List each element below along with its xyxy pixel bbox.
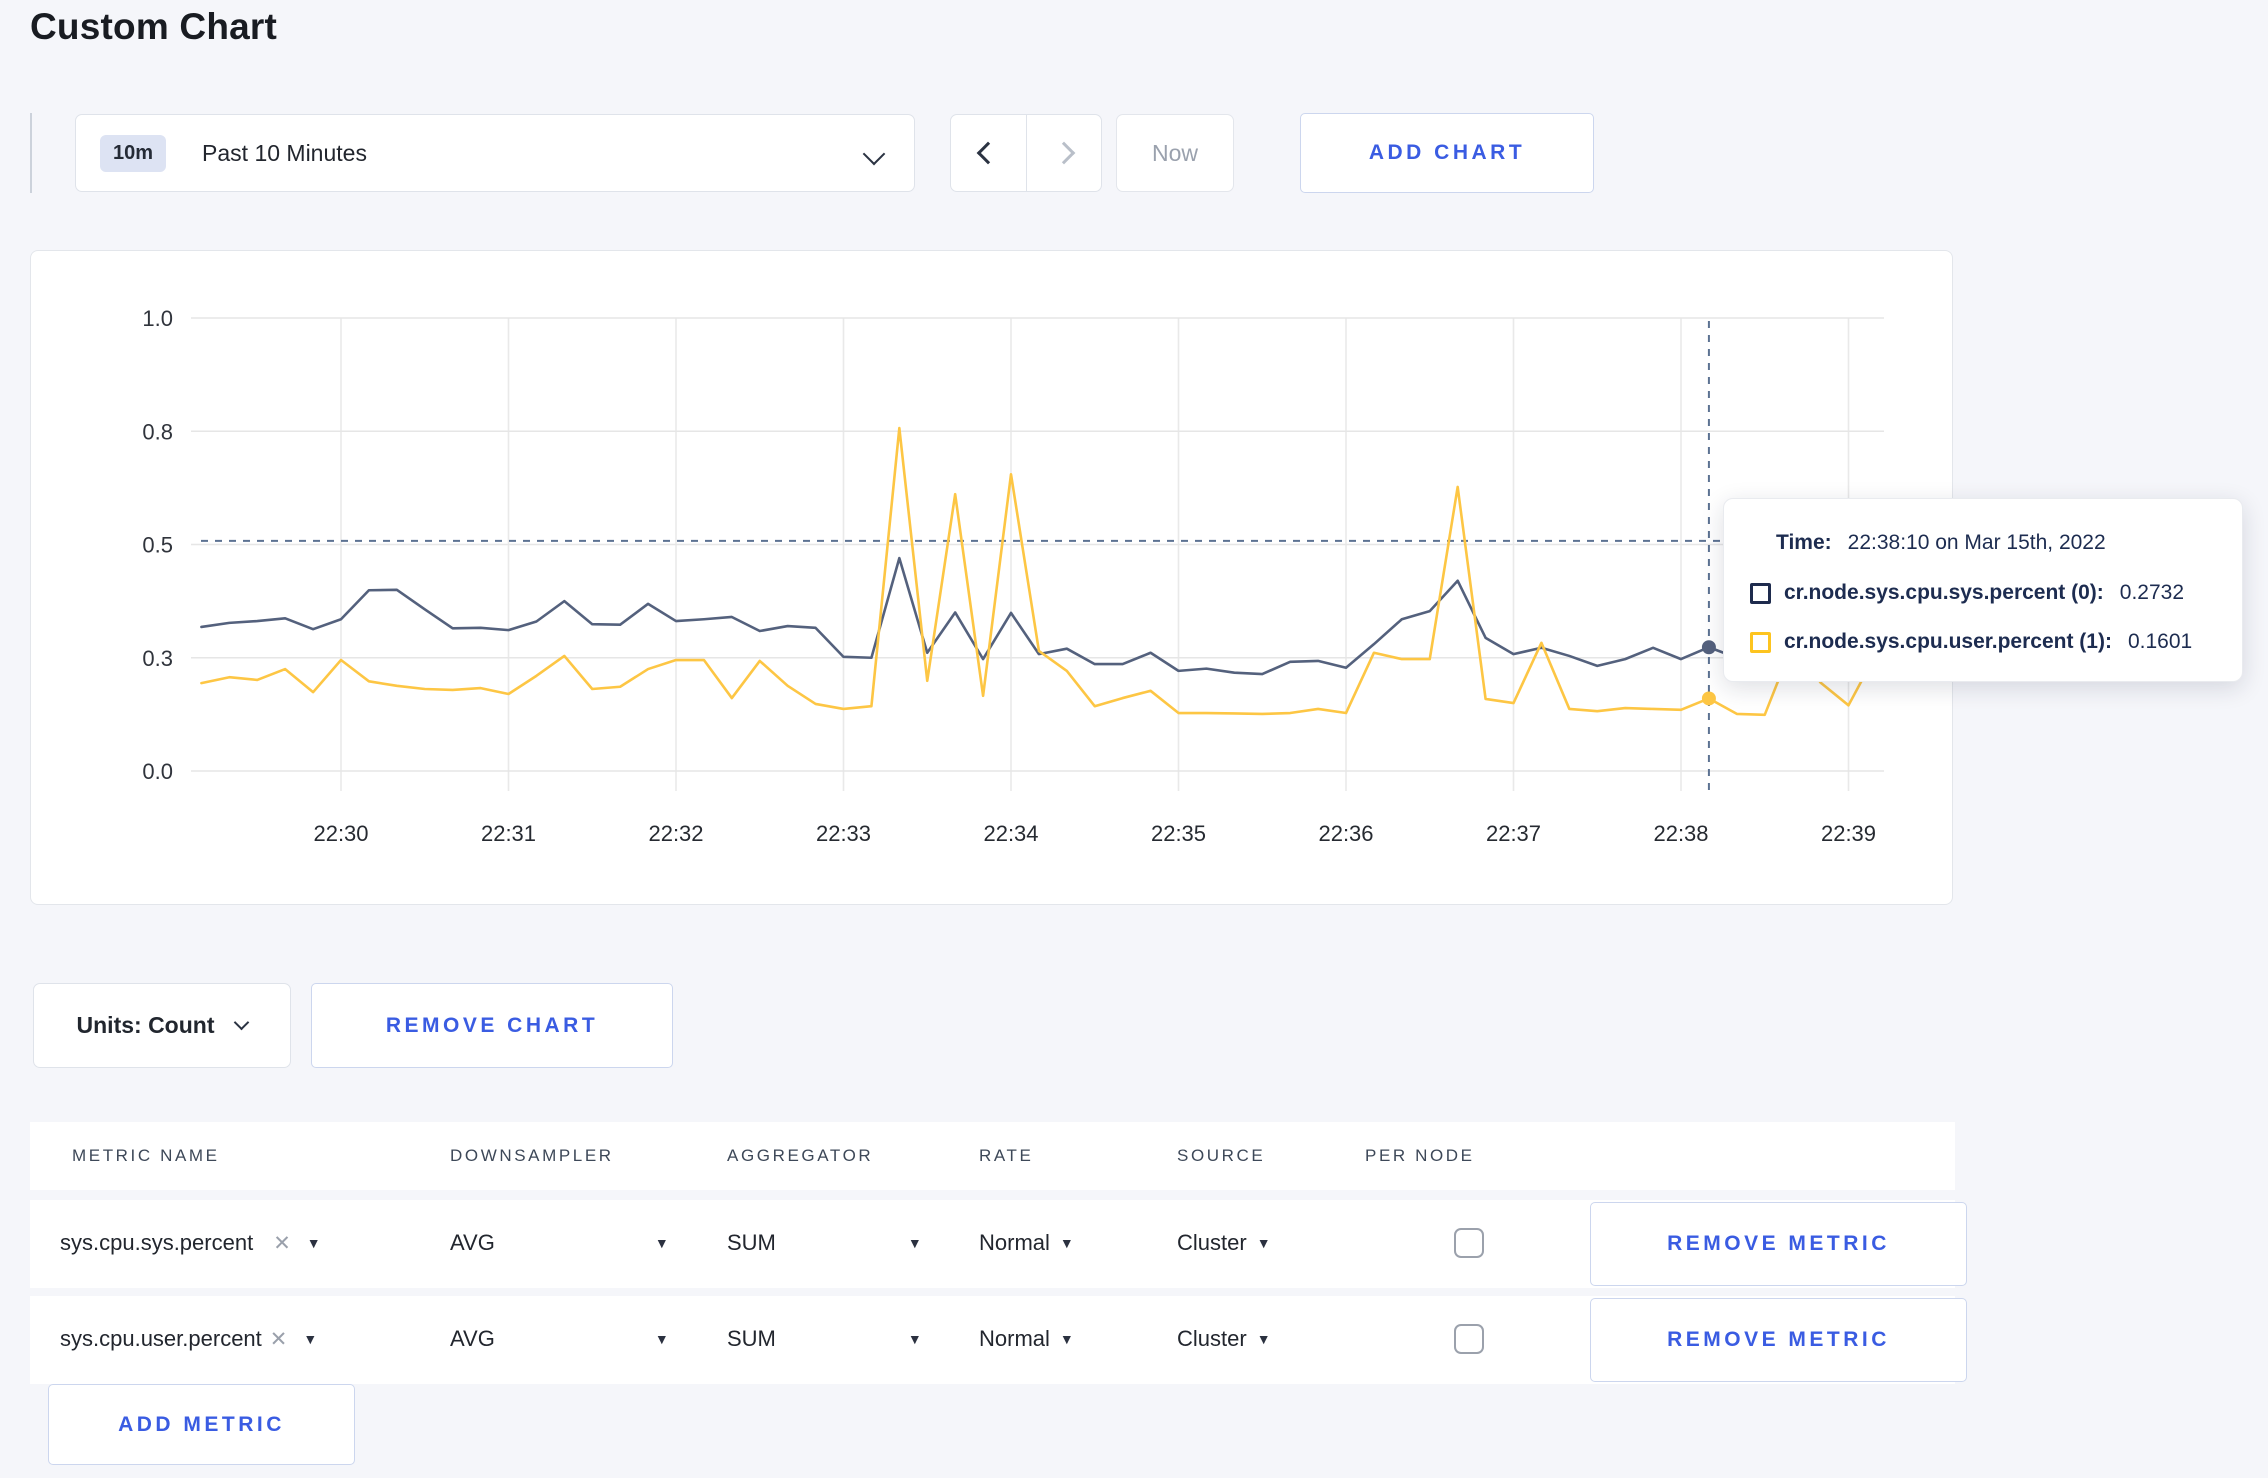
metric-row: sys.cpu.sys.percent ✕ ▼ AVG ▼ SUM ▼ Normal… bbox=[30, 1200, 1967, 1288]
caret-down-icon[interactable]: ▼ bbox=[655, 1331, 669, 1347]
col-metric-name: METRIC NAME bbox=[72, 1146, 220, 1165]
svg-text:22:32: 22:32 bbox=[648, 821, 703, 846]
clear-metric-icon[interactable]: ✕ bbox=[270, 1327, 288, 1352]
add-chart-button[interactable]: ADD CHART bbox=[1300, 113, 1594, 193]
chart-hover-tooltip: Time: 22:38:10 on Mar 15th, 2022 cr.node… bbox=[1723, 498, 2243, 682]
svg-text:0.0: 0.0 bbox=[142, 759, 173, 784]
svg-text:0.8: 0.8 bbox=[142, 419, 173, 444]
svg-text:22:34: 22:34 bbox=[983, 821, 1038, 846]
metric-row: sys.cpu.user.percent ✕ ▼ AVG ▼ SUM ▼ Norma… bbox=[30, 1296, 1967, 1384]
time-range-badge: 10m bbox=[100, 134, 167, 172]
caret-down-icon[interactable]: ▼ bbox=[908, 1235, 922, 1251]
svg-text:22:30: 22:30 bbox=[313, 821, 368, 846]
caret-down-icon[interactable]: ▼ bbox=[1060, 1331, 1074, 1347]
svg-text:22:37: 22:37 bbox=[1486, 821, 1541, 846]
now-button[interactable]: Now bbox=[1116, 114, 1234, 192]
svg-text:22:38: 22:38 bbox=[1653, 821, 1708, 846]
svg-text:22:36: 22:36 bbox=[1318, 821, 1373, 846]
caret-down-icon[interactable]: ▼ bbox=[1257, 1331, 1271, 1347]
time-range-select[interactable]: 10m Past 10 Minutes bbox=[75, 114, 915, 192]
remove-metric-button[interactable]: REMOVE METRIC bbox=[1590, 1298, 1967, 1382]
add-metric-button[interactable]: ADD METRIC bbox=[48, 1384, 355, 1465]
tooltip-series-value: 0.2732 bbox=[2119, 581, 2185, 604]
tooltip-series-name: cr.node.sys.cpu.user.percent (1): bbox=[1784, 630, 2112, 653]
caret-down-icon[interactable]: ▼ bbox=[1060, 1235, 1074, 1251]
toolbar-divider bbox=[30, 113, 32, 193]
tooltip-series-value: 0.1601 bbox=[2127, 630, 2193, 653]
per-node-checkbox[interactable] bbox=[1454, 1228, 1484, 1258]
downsampler-select[interactable]: AVG bbox=[450, 1326, 495, 1352]
caret-down-icon[interactable]: ▼ bbox=[1257, 1235, 1271, 1251]
time-range-label: Past 10 Minutes bbox=[202, 139, 367, 166]
col-per-node: PER NODE bbox=[1365, 1146, 1475, 1165]
tooltip-time-label: Time: bbox=[1776, 531, 1832, 554]
prev-range-button[interactable] bbox=[951, 115, 1026, 191]
timeseries-chart[interactable]: 22:30 22:31 22:32 22:33 22:34 22:35 22:36 22:37… bbox=[31, 251, 1954, 906]
metric-name-select[interactable]: sys.cpu.sys.percent bbox=[60, 1230, 253, 1256]
units-select[interactable]: Units: Count bbox=[33, 983, 291, 1068]
col-source: SOURCE bbox=[1177, 1146, 1266, 1165]
caret-down-icon[interactable]: ▼ bbox=[655, 1235, 669, 1251]
aggregator-select[interactable]: SUM bbox=[727, 1326, 776, 1352]
metric-name-select[interactable]: sys.cpu.user.percent bbox=[60, 1326, 262, 1352]
caret-down-icon[interactable]: ▼ bbox=[303, 1331, 317, 1347]
sys-series-swatch-icon bbox=[1750, 582, 1771, 604]
col-aggregator: AGGREGATOR bbox=[727, 1146, 874, 1165]
user-series-swatch-icon bbox=[1750, 631, 1771, 653]
remove-chart-button[interactable]: REMOVE CHART bbox=[311, 983, 673, 1068]
col-rate: RATE bbox=[979, 1146, 1034, 1165]
chart-card[interactable]: 22:30 22:31 22:32 22:33 22:34 22:35 22:36 22:37… bbox=[30, 250, 1953, 905]
time-step-buttons bbox=[950, 114, 1102, 192]
svg-text:1.0: 1.0 bbox=[142, 306, 173, 331]
remove-metric-button[interactable]: REMOVE METRIC bbox=[1590, 1202, 1967, 1286]
downsampler-select[interactable]: AVG bbox=[450, 1230, 495, 1256]
rate-select[interactable]: Normal bbox=[979, 1230, 1050, 1256]
aggregator-select[interactable]: SUM bbox=[727, 1230, 776, 1256]
tooltip-time-value: 22:38:10 on Mar 15th, 2022 bbox=[1847, 531, 2106, 554]
svg-text:22:35: 22:35 bbox=[1151, 821, 1206, 846]
col-downsampler: DOWNSAMPLER bbox=[450, 1146, 614, 1165]
rate-select[interactable]: Normal bbox=[979, 1326, 1050, 1352]
svg-text:22:31: 22:31 bbox=[481, 821, 536, 846]
chevron-down-icon bbox=[234, 1014, 250, 1031]
custom-chart-page: Custom Chart 10m Past 10 Minutes Now ADD… bbox=[0, 0, 2268, 1478]
chevron-down-icon bbox=[862, 142, 886, 166]
svg-text:22:33: 22:33 bbox=[816, 821, 871, 846]
next-range-button[interactable] bbox=[1025, 115, 1102, 191]
units-label: Units: Count bbox=[76, 1012, 215, 1038]
tooltip-series-name: cr.node.sys.cpu.sys.percent (0): bbox=[1784, 581, 2104, 604]
caret-down-icon[interactable]: ▼ bbox=[307, 1235, 321, 1251]
source-select[interactable]: Cluster bbox=[1177, 1326, 1247, 1352]
clear-metric-icon[interactable]: ✕ bbox=[273, 1231, 291, 1256]
chevron-right-icon bbox=[1052, 141, 1076, 165]
svg-text:0.5: 0.5 bbox=[142, 533, 173, 558]
svg-text:0.3: 0.3 bbox=[142, 646, 173, 671]
svg-text:22:39: 22:39 bbox=[1821, 821, 1876, 846]
chevron-left-icon bbox=[976, 141, 1000, 165]
per-node-checkbox[interactable] bbox=[1454, 1324, 1484, 1354]
caret-down-icon[interactable]: ▼ bbox=[908, 1331, 922, 1347]
page-title: Custom Chart bbox=[30, 6, 278, 47]
metrics-table-header: METRIC NAME DOWNSAMPLER AGGREGATOR RATE … bbox=[30, 1122, 1955, 1190]
source-select[interactable]: Cluster bbox=[1177, 1230, 1247, 1256]
